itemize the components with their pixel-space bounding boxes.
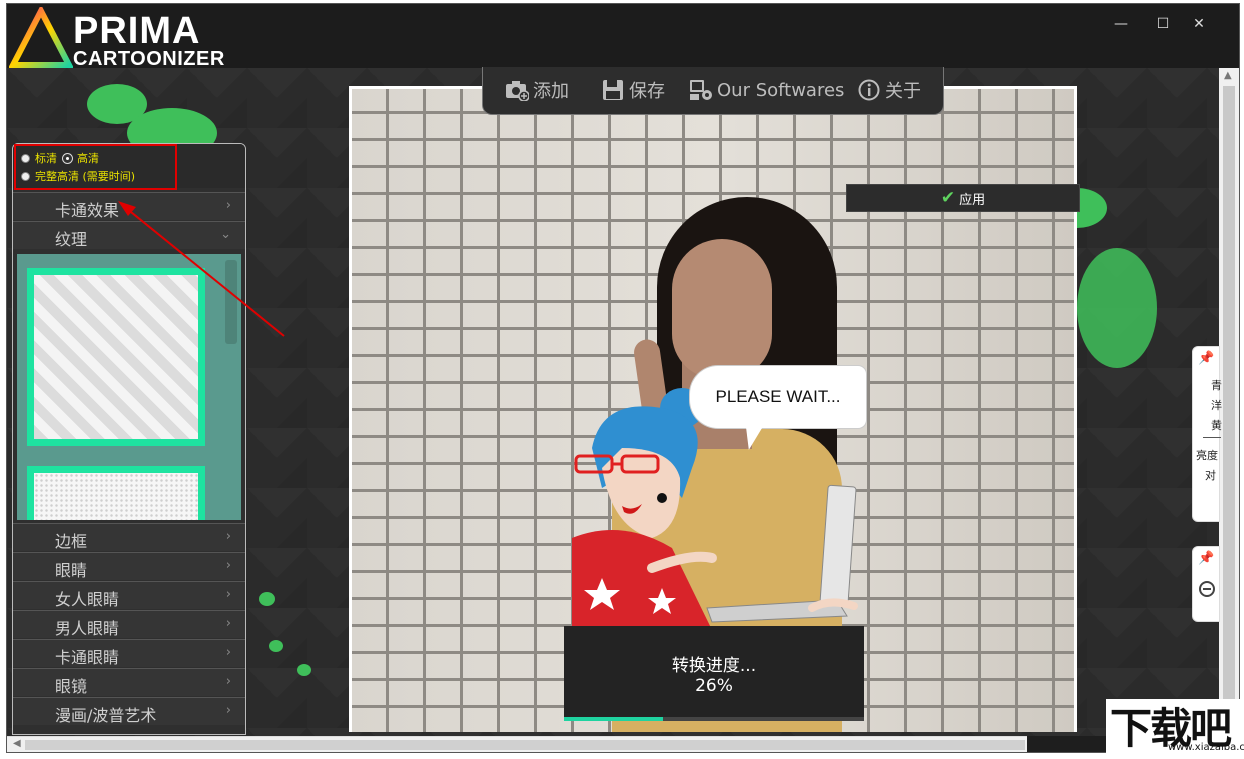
chevron-right-icon: › [225,616,231,631]
pin-icon[interactable]: 📌 [1198,351,1214,366]
chevron-right-icon: › [225,703,231,718]
panel-label: 洋 [1211,399,1222,412]
texture-thumbnail[interactable] [27,466,205,520]
sidebar-item-label: 男人眼睛 [55,619,120,638]
close-button[interactable]: ✕ [1187,16,1211,32]
progress-bar [564,717,864,721]
vertical-scrollbar[interactable]: ▲ [1219,68,1239,736]
progress-bar-fill [564,717,663,721]
chevron-right-icon: › [225,198,231,213]
our-softwares-label: Our Softwares [717,79,845,101]
top-toolbar: 添加 保存 Our Softwares 关于 [482,67,944,115]
info-icon [857,78,881,102]
title-bar: PRIMA CARTOONIZER — ☐ ✕ [7,4,1239,70]
chevron-right-icon: › [225,558,231,573]
maximize-button[interactable]: ☐ [1151,16,1175,32]
scroll-thumb[interactable] [25,740,1025,750]
sidebar-item-frame[interactable]: 边框 › [13,523,245,551]
floppy-disk-icon [601,78,625,102]
sidebar-item-female-eyes[interactable]: 女人眼睛 › [13,581,245,609]
panel-label: 青 [1211,379,1222,392]
sidebar-item-cartoon-eyes[interactable]: 卡通眼睛 › [13,639,245,667]
sidebar-item-label: 漫画/波普艺术 [55,706,157,725]
highlight-box [14,144,177,190]
effects-panel: 标清 高清 完整高清 (需要时间) 卡通效果 › 纹理 ⌄ 边框 › 眼睛 › … [12,143,246,735]
save-label: 保存 [629,81,665,102]
chevron-right-icon: › [225,674,231,689]
texture-preview [34,275,198,439]
scroll-up-icon[interactable]: ▲ [1224,70,1232,81]
chevron-down-icon: ⌄ [220,227,231,242]
software-icon [689,78,713,102]
our-softwares-button[interactable]: Our Softwares [689,76,844,104]
about-button[interactable]: 关于 [857,76,921,104]
chevron-right-icon: › [225,645,231,660]
sidebar-item-label: 眼镜 [55,677,88,696]
zoom-panel: 📌 [1192,546,1220,622]
sidebar-item-label: 卡通效果 [55,201,120,220]
texture-preview [34,473,198,520]
camera-add-icon [505,78,529,102]
color-adjust-panel: 📌 青 洋 黄 亮度 对 [1192,346,1222,522]
apply-label: 应用 [959,192,986,208]
sidebar-item-glasses[interactable]: 眼镜 › [13,668,245,696]
sidebar-item-cartoon-effect[interactable]: 卡通效果 › [13,192,245,220]
scroll-thumb[interactable] [1223,86,1235,726]
sidebar-item-label: 纹理 [55,230,88,249]
triangle-logo-icon [8,4,74,68]
add-button[interactable]: 添加 [505,76,569,104]
progress-percent: 26% [695,675,733,696]
pin-icon[interactable]: 📌 [1198,551,1214,566]
paint-splash [1077,248,1157,368]
add-label: 添加 [533,81,569,102]
checkmark-icon: ✔ [940,188,956,208]
horizontal-scrollbar[interactable]: ◀ [7,736,1027,752]
sidebar-item-label: 女人眼睛 [55,590,120,609]
sidebar-item-eyes[interactable]: 眼睛 › [13,552,245,580]
panel-label: 对 [1205,469,1216,482]
minimize-button[interactable]: — [1109,16,1133,32]
about-label: 关于 [885,81,921,102]
prima-logo: PRIMA CARTOONIZER [8,4,229,70]
watermark-url: www.xiazaiba.com [1168,742,1244,753]
sidebar-item-texture[interactable]: 纹理 ⌄ [13,221,245,249]
logo-title: PRIMA [73,10,201,52]
photo-subject [672,239,772,379]
paint-splash [269,640,283,652]
zoom-out-icon[interactable] [1199,581,1215,597]
paint-splash [259,592,275,606]
sidebar-item-comic-pop-art[interactable]: 漫画/波普艺术 › [13,697,245,725]
texture-thumbnail[interactable] [27,268,205,446]
please-wait-bubble: PLEASE WAIT... [690,366,866,428]
texture-list [17,254,241,520]
sidebar-item-label: 边框 [55,532,88,551]
apply-button[interactable]: ✔ 应用 [846,184,1080,212]
chevron-right-icon: › [225,587,231,602]
panel-label: 亮度 [1196,449,1218,462]
sidebar-item-label: 眼睛 [55,561,88,580]
progress-label: 转换进度... [671,655,757,676]
scroll-left-icon[interactable]: ◀ [13,738,21,749]
sidebar-item-male-eyes[interactable]: 男人眼睛 › [13,610,245,638]
panel-label: 黄 [1211,419,1222,432]
chevron-right-icon: › [225,529,231,544]
site-watermark: 下载吧 www.xiazaiba.com [1106,699,1244,759]
sidebar-item-label: 卡通眼睛 [55,648,120,667]
paint-splash [297,664,311,676]
progress-dialog: 转换进度... 26% [564,626,864,720]
save-button[interactable]: 保存 [601,76,665,104]
logo-subtitle: CARTOONIZER [73,48,225,70]
texture-scroll-thumb[interactable] [225,260,237,344]
divider [1203,437,1221,438]
